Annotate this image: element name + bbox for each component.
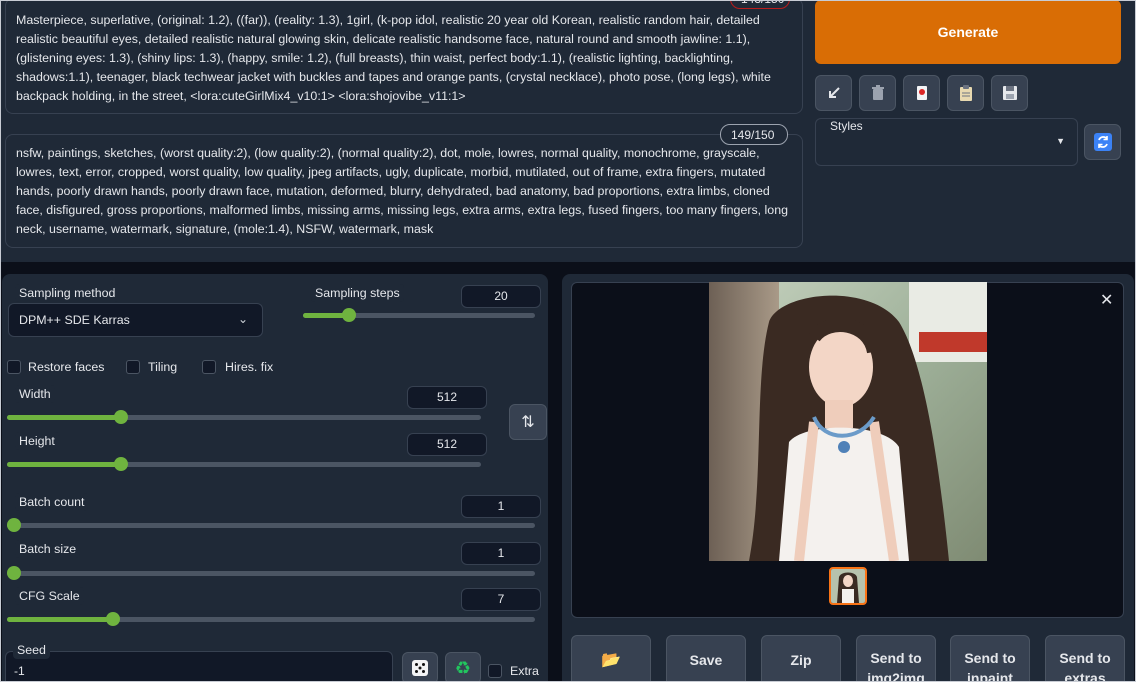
generated-image[interactable]	[709, 282, 987, 561]
slider-thumb[interactable]	[114, 410, 128, 424]
sampling-steps-input[interactable]: 20	[461, 285, 541, 308]
arrow-down-left-icon	[828, 87, 840, 98]
slider-thumb[interactable]	[106, 612, 120, 626]
width-slider[interactable]	[7, 410, 481, 424]
swap-dimensions-button[interactable]: ⇅	[509, 404, 547, 440]
save-disk-icon	[1002, 86, 1017, 100]
slider-thumb[interactable]	[7, 566, 21, 580]
folder-icon: 📂	[601, 652, 621, 669]
zip-button[interactable]: Zip	[761, 635, 841, 682]
width-label: Width	[15, 385, 55, 403]
batch-count-label: Batch count	[15, 493, 89, 511]
chevron-down-icon: ⌄	[237, 312, 248, 326]
extra-checkbox[interactable]	[488, 664, 502, 678]
read-params-button[interactable]	[815, 75, 852, 111]
send-to-img2img-button[interactable]: Send to img2img	[856, 635, 936, 682]
refresh-styles-button[interactable]	[1084, 124, 1121, 160]
hires-fix-checkbox[interactable]	[202, 360, 216, 374]
send-to-extras-button[interactable]: Send to extras	[1045, 635, 1125, 682]
styles-dropdown[interactable]: Styles ▼	[815, 118, 1078, 166]
slider-fill	[7, 617, 113, 622]
save-button[interactable]: Save	[666, 635, 746, 682]
batch-count-slider[interactable]	[7, 518, 535, 532]
cfg-scale-label: CFG Scale	[15, 587, 84, 605]
caret-down-icon: ▼	[1056, 136, 1065, 146]
apply-style-button[interactable]	[947, 75, 984, 111]
height-label: Height	[15, 432, 59, 450]
slider-thumb[interactable]	[7, 518, 21, 532]
positive-token-counter: 143/150	[730, 0, 790, 9]
refresh-icon	[1093, 133, 1112, 151]
reuse-seed-button[interactable]: ♻	[445, 652, 481, 682]
trash-icon	[871, 85, 884, 100]
slider-thumb[interactable]	[114, 457, 128, 471]
clear-prompt-button[interactable]	[859, 75, 896, 111]
slider-fill	[7, 462, 121, 467]
seed-input[interactable]: -1	[5, 651, 393, 682]
gallery-thumbnail[interactable]	[829, 567, 867, 605]
styles-label: Styles	[828, 119, 865, 133]
extra-label: Extra	[510, 664, 539, 678]
slider-thumb[interactable]	[342, 308, 356, 322]
close-icon[interactable]: ✕	[1100, 290, 1113, 310]
send-to-inpaint-button[interactable]: Send to inpaint	[950, 635, 1030, 682]
tiling-checkbox[interactable]	[126, 360, 140, 374]
slider-fill	[7, 415, 121, 420]
red-card-icon	[916, 86, 927, 100]
hires-fix-label: Hires. fix	[225, 360, 274, 374]
batch-size-input[interactable]: 1	[461, 542, 541, 565]
sampling-steps-slider[interactable]	[303, 308, 535, 322]
sampling-method-dropdown[interactable]: DPM++ SDE Karras ⌄	[8, 303, 263, 337]
cfg-scale-slider[interactable]	[7, 612, 535, 626]
negative-token-counter: 149/150	[720, 124, 788, 145]
generate-button[interactable]: Generate	[815, 0, 1121, 64]
recycle-icon: ♻	[454, 657, 472, 678]
restore-faces-label: Restore faces	[28, 360, 105, 374]
sampling-method-value: DPM++ SDE Karras	[19, 313, 130, 327]
batch-count-input[interactable]: 1	[461, 495, 541, 518]
sampling-steps-label: Sampling steps	[311, 284, 404, 302]
sampling-method-label: Sampling method	[15, 284, 120, 302]
width-input[interactable]: 512	[407, 386, 487, 409]
positive-prompt-textarea[interactable]: Masterpiece, superlative, (original: 1.2…	[5, 0, 803, 114]
show-extra-networks-button[interactable]	[903, 75, 940, 111]
cfg-scale-input[interactable]: 7	[461, 588, 541, 611]
save-style-button[interactable]	[991, 75, 1028, 111]
seed-label: Seed	[13, 641, 50, 659]
dice-icon	[412, 660, 428, 676]
swap-arrows-icon: ⇅	[521, 414, 535, 431]
open-folder-button[interactable]: 📂	[571, 635, 651, 682]
restore-faces-checkbox[interactable]	[7, 360, 21, 374]
height-input[interactable]: 512	[407, 433, 487, 456]
batch-size-label: Batch size	[15, 540, 81, 558]
negative-prompt-textarea[interactable]: nsfw, paintings, sketches, (worst qualit…	[5, 134, 803, 248]
batch-size-slider[interactable]	[7, 566, 535, 580]
clipboard-icon	[959, 85, 972, 101]
height-slider[interactable]	[7, 457, 481, 471]
random-seed-button[interactable]	[402, 652, 438, 682]
tiling-label: Tiling	[148, 360, 178, 374]
